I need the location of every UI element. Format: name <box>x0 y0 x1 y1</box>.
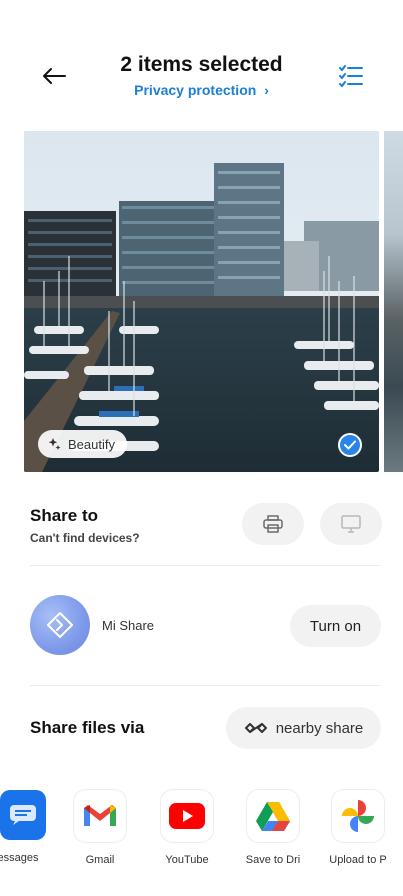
share-screen: 2 items selected Privacy protection › Be… <box>0 0 403 896</box>
beautify-sparkle-icon <box>48 438 61 450</box>
youtube-icon <box>161 790 213 842</box>
selected-checkmark[interactable] <box>338 433 362 457</box>
cant-find-devices-link[interactable]: Can't find devices? <box>30 531 140 545</box>
app-gmail[interactable]: Gmail <box>60 790 140 866</box>
app-google-photos[interactable]: Upload to P <box>318 790 398 866</box>
divider <box>30 565 381 566</box>
youtube-logo-icon <box>169 803 205 829</box>
app-label: YouTube <box>165 854 209 866</box>
harbor-photo-image <box>24 131 379 472</box>
divider <box>30 685 381 686</box>
privacy-protection-label: Privacy protection <box>134 82 257 98</box>
mi-share-label: Mi Share <box>102 618 155 633</box>
google-drive-icon <box>247 790 299 842</box>
app-label: essages <box>0 852 39 864</box>
select-all-list-icon <box>339 65 363 87</box>
chevron-right-icon: › <box>264 82 269 98</box>
messages-glyph-icon <box>10 805 36 825</box>
mi-share-icon <box>30 595 90 655</box>
cast-screen-button[interactable] <box>320 503 382 545</box>
photos-pinwheel-icon <box>342 800 374 832</box>
app-label: Gmail <box>85 854 115 866</box>
drive-logo-icon <box>256 802 290 831</box>
beautify-label: Beautify <box>68 436 115 452</box>
app-messages[interactable]: essages <box>0 790 58 864</box>
app-google-drive[interactable]: Save to Dri <box>233 790 313 866</box>
nearby-share-button[interactable]: nearby share <box>226 707 381 749</box>
share-files-via-heading: Share files via <box>30 718 145 737</box>
printer-icon <box>263 515 283 533</box>
selected-photo[interactable] <box>24 131 379 472</box>
turn-on-button[interactable]: Turn on <box>290 605 381 647</box>
print-button[interactable] <box>242 503 304 545</box>
nearby-share-label: nearby share <box>275 719 364 737</box>
next-photo-thumbnail[interactable] <box>384 131 403 472</box>
nearby-share-icon <box>244 723 267 733</box>
gmail-logo-icon <box>84 805 116 826</box>
select-all-button[interactable] <box>335 60 367 92</box>
app-label: Upload to P <box>329 854 387 866</box>
beautify-button[interactable]: Beautify <box>38 430 127 458</box>
mi-share-logo-icon <box>47 612 73 638</box>
monitor-icon <box>341 515 361 533</box>
gmail-icon <box>74 790 126 842</box>
share-to-heading: Share to <box>30 506 99 525</box>
checkmark-icon <box>344 440 356 450</box>
google-photos-icon <box>332 790 384 842</box>
messages-icon <box>0 790 46 840</box>
app-label: Save to Dri <box>245 854 301 866</box>
app-youtube[interactable]: YouTube <box>147 790 227 866</box>
